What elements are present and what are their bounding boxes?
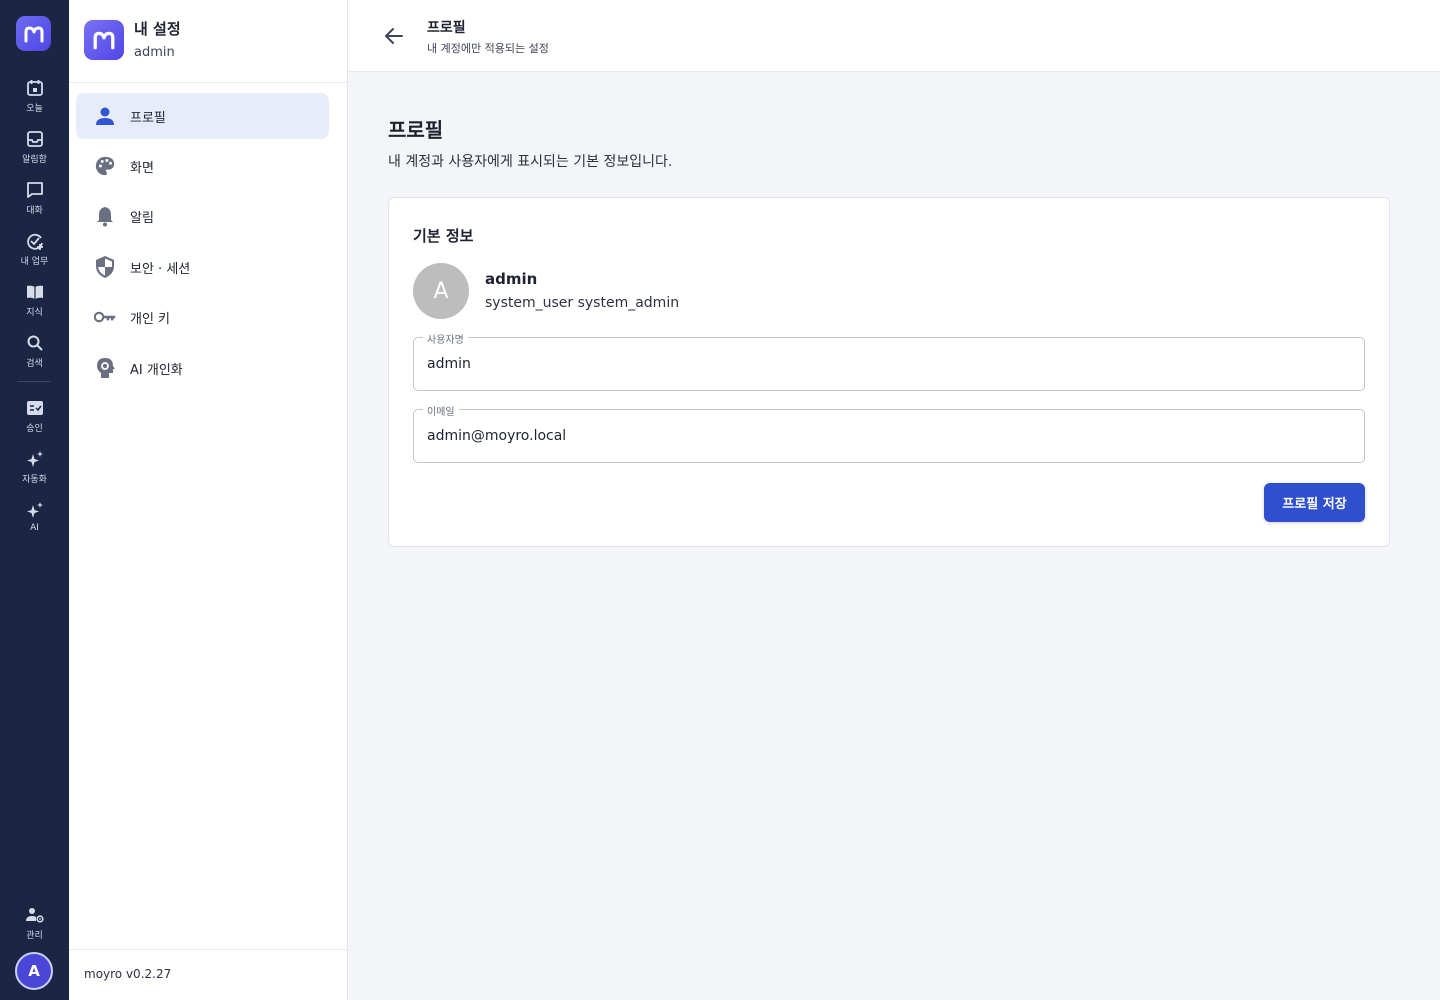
page-title: 프로필 [388,118,444,142]
profile-user-name: admin [485,270,538,288]
save-profile-button[interactable]: 프로필 저장 [1264,483,1365,522]
admin-gear-icon [25,908,44,923]
main-content: 프로필 내 계정과 사용자에게 표시되는 기본 정보입니다. 기본 정보 A a… [348,72,1440,1000]
shield-icon [94,256,116,278]
app-logo [84,20,124,60]
rail-label: 지식 [26,308,43,318]
rail-item-automation[interactable]: 자동화 [0,449,69,493]
rail-divider [17,381,51,382]
username-field: 사용자명 [413,331,1365,391]
arrow-left-icon [385,28,403,44]
search-icon [27,335,43,351]
sidebar-footer: moyro v0.2.27 [69,949,347,1000]
sidebar-item-label: 프로필 [130,110,166,126]
rail-item-approval[interactable]: 승인 [0,398,69,442]
rail-label: 검색 [26,359,43,369]
sidebar-item-profile[interactable]: 프로필 [76,93,329,139]
header-title: 프로필 [427,20,466,36]
rail-label: 대화 [26,206,43,216]
palette-icon [94,155,116,177]
settings-sidebar: 내 설정 admin 프로필 화면 알림 보안 · 세션 개인 키 AI 개인화… [69,0,348,1000]
email-field: 이메일 [413,403,1365,463]
sidebar-item-label: 화면 [130,160,154,176]
book-icon [26,285,43,299]
sidebar-item-notifications[interactable]: 알림 [76,193,329,239]
app-version: moyro v0.2.27 [84,967,172,981]
rail-label: 관리 [26,931,43,941]
task-check-icon [26,233,43,250]
bell-icon [94,205,116,227]
rail-item-admin[interactable]: 관리 [0,905,69,949]
moyro-logo-icon [93,31,115,50]
page-header: 프로필 내 계정에만 적용되는 설정 [348,0,1440,72]
moyro-logo-icon [24,26,43,42]
rail-label: AI [30,523,39,533]
rail-item-inbox[interactable]: 알림함 [0,129,69,173]
rail-label: 승인 [26,424,43,434]
ai-head-icon [94,357,116,379]
sidebar-item-security[interactable]: 보안 · 세션 [76,244,329,290]
person-icon [94,105,116,127]
app-rail: 오늘 알림함 대화 내 업무 지식 검색 승인 자동화 AI 관리 A [0,0,69,1000]
user-avatar-button[interactable]: A [15,952,53,990]
inbox-icon [26,131,43,147]
basic-info-card: 기본 정보 A admin system_user system_admin 사… [388,197,1390,547]
rail-label: 오늘 [26,104,43,114]
sidebar-item-personal-key[interactable]: 개인 키 [76,294,329,340]
email-input[interactable] [427,410,1347,462]
sidebar-item-ai-personalization[interactable]: AI 개인화 [76,345,329,391]
rail-item-ai[interactable]: AI [0,500,69,544]
app-logo[interactable] [16,16,51,51]
sidebar-header: 내 설정 admin [69,0,347,83]
back-button[interactable] [380,22,408,50]
card-title: 기본 정보 [413,227,474,245]
sidebar-subtitle: admin [134,45,175,60]
sidebar-item-display[interactable]: 화면 [76,143,329,189]
rail-label: 내 업무 [20,257,49,267]
profile-avatar: A [413,263,469,319]
rail-item-search[interactable]: 검색 [0,333,69,377]
rail-label: 자동화 [22,475,47,485]
username-input[interactable] [427,338,1347,390]
approval-icon [26,401,43,415]
sidebar-item-label: 알림 [130,210,154,226]
sidebar-item-label: AI 개인화 [130,362,183,378]
sidebar-item-label: 개인 키 [130,311,171,327]
rail-label: 알림함 [22,155,47,165]
rail-item-knowledge[interactable]: 지식 [0,282,69,326]
key-icon [94,306,116,328]
rail-item-my-tasks[interactable]: 내 업무 [0,231,69,275]
chat-icon [26,182,43,198]
page-description: 내 계정과 사용자에게 표시되는 기본 정보입니다. [388,154,673,170]
sparkle-icon [26,451,43,467]
calendar-icon [26,80,43,96]
rail-item-today[interactable]: 오늘 [0,78,69,122]
sidebar-title: 내 설정 [134,20,181,38]
rail-item-chat[interactable]: 대화 [0,180,69,224]
header-subtitle: 내 계정에만 적용되는 설정 [427,42,549,55]
sidebar-item-label: 보안 · 세션 [130,261,191,277]
sparkle-icon [26,502,43,518]
profile-user-roles: system_user system_admin [485,295,680,311]
avatar-initial: A [433,278,449,304]
avatar-initial: A [28,962,40,980]
